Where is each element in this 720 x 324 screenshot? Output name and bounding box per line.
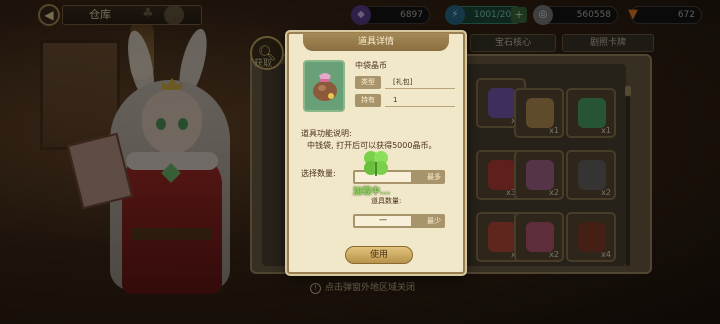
item-name: 中袋晶币	[355, 61, 387, 70]
quantity-min-stepper[interactable]: 一 最少	[353, 214, 445, 228]
item-owned-row: 持有 1	[355, 94, 455, 107]
quantity-min-field[interactable]: 一	[355, 216, 411, 226]
item-owned-value: 1	[385, 94, 455, 107]
item-quantity-label: 道具数量:	[371, 197, 402, 205]
popup-title: 道具详情	[303, 33, 449, 51]
clover-loading-icon	[364, 151, 388, 176]
item-owned-key: 持有	[355, 94, 381, 107]
use-button[interactable]: 使用	[345, 246, 413, 264]
item-detail-popup: 道具详情 中袋晶币 类型 [礼包] 持有 1 道具功能说明: 中钱袋, 打开后可…	[287, 32, 465, 274]
select-quantity-label: 选择数量:	[301, 169, 336, 178]
coin-bag-icon	[313, 73, 337, 101]
description-title: 道具功能说明:	[301, 129, 352, 138]
item-type-row: 类型 [礼包]	[355, 76, 455, 89]
max-button[interactable]: 最多	[427, 171, 441, 183]
min-button[interactable]: 最少	[427, 215, 441, 227]
item-type-value: [礼包]	[385, 76, 455, 89]
item-icon-frame	[303, 60, 345, 112]
item-type-key: 类型	[355, 76, 381, 89]
